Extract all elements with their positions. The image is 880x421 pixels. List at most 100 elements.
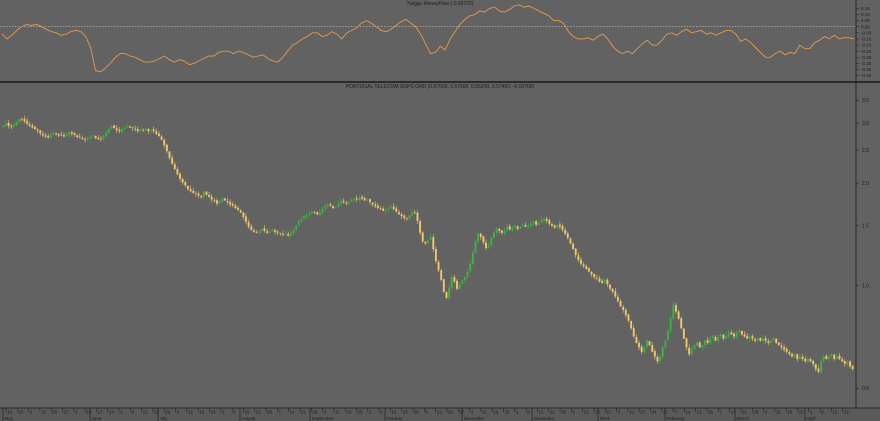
candle — [624, 308, 627, 318]
candle — [827, 355, 830, 363]
candle — [825, 354, 828, 360]
candle — [152, 126, 155, 134]
candle — [176, 166, 179, 176]
candle — [223, 197, 226, 201]
candle — [184, 181, 187, 188]
candle — [250, 224, 253, 232]
candle — [685, 337, 688, 351]
candle — [57, 133, 60, 138]
candle — [540, 216, 543, 224]
candle — [2, 124, 5, 128]
candle — [616, 294, 619, 303]
indicator-panel: Twiggs MoneyFlow (-0.09722) 0.150.100.05… — [0, 1, 872, 78]
candle — [508, 223, 511, 231]
candle — [245, 213, 247, 225]
candle — [239, 209, 242, 214]
candle — [833, 354, 836, 361]
candle — [115, 125, 118, 133]
candle — [181, 177, 184, 185]
candle — [667, 329, 669, 341]
candle — [756, 337, 759, 343]
candle — [163, 138, 166, 149]
candle — [672, 301, 675, 321]
candle — [26, 118, 29, 126]
candle — [107, 127, 110, 135]
candle — [820, 358, 822, 374]
candle — [783, 344, 786, 352]
candle — [390, 205, 393, 210]
candle — [18, 118, 21, 123]
indicator-y-tick-label: -0.25 — [861, 55, 872, 60]
candle — [445, 291, 448, 299]
indicator-y-tick-label: -0.20 — [861, 49, 872, 54]
x-day-label: 13 — [437, 410, 443, 415]
x-day-label: 14 — [685, 410, 691, 415]
x-day-label: 20 — [448, 410, 454, 415]
candlestick-series — [2, 115, 854, 374]
x-day-label: 13 — [584, 410, 590, 415]
candle — [97, 134, 100, 140]
indicator-y-tick-label: -0.10 — [861, 37, 872, 42]
candle — [764, 335, 767, 344]
candle — [200, 194, 203, 200]
candle — [192, 188, 195, 194]
candle — [598, 275, 601, 283]
candle — [226, 197, 229, 205]
x-day-label: 28 — [708, 410, 714, 415]
price-y-tick-label: 2.0 — [862, 181, 869, 187]
candle — [469, 260, 472, 273]
candle — [416, 210, 419, 224]
candle — [603, 278, 606, 284]
candle — [524, 222, 527, 228]
candle — [28, 121, 31, 128]
x-day-label: 11 — [482, 410, 487, 415]
candle — [788, 350, 791, 356]
candle — [564, 227, 567, 236]
candle — [324, 203, 327, 211]
candle — [804, 356, 807, 363]
candle — [105, 130, 108, 139]
x-day-label: 16 — [391, 410, 397, 415]
candle — [659, 354, 662, 364]
candle — [126, 124, 129, 129]
x-day-label: 25 — [358, 410, 364, 415]
candle — [41, 130, 44, 138]
candle — [12, 122, 15, 129]
candle — [358, 194, 361, 203]
candle — [762, 335, 764, 342]
x-day-label: 14 — [7, 410, 13, 415]
price-title: PORTUGAL TELECOM SGPS ORD (0.57500, 0.57… — [346, 84, 535, 90]
candle — [421, 231, 424, 244]
candle — [822, 354, 825, 363]
candle — [759, 337, 762, 342]
candle — [89, 135, 92, 141]
indicator-y-tick-label: -0.40 — [861, 73, 872, 78]
candle — [448, 284, 451, 301]
candle — [94, 135, 97, 140]
candle — [482, 235, 485, 245]
candle — [569, 237, 572, 245]
candle — [503, 227, 506, 235]
candle — [453, 274, 456, 284]
x-day-label: 24 — [109, 410, 115, 415]
candle — [76, 134, 79, 139]
candle — [812, 359, 815, 367]
candle — [78, 133, 81, 139]
x-day-label: 30 — [267, 410, 273, 415]
candle — [308, 211, 311, 218]
candle — [675, 302, 677, 314]
candle — [134, 125, 137, 132]
indicator-title: Twiggs MoneyFlow (-0.09722) — [407, 1, 474, 7]
x-day-label: 12 — [188, 410, 194, 415]
candle — [463, 276, 466, 284]
candle — [194, 191, 197, 197]
x-day-label: 28 — [753, 410, 759, 415]
candle — [361, 194, 364, 201]
candle — [218, 199, 221, 205]
candle — [258, 229, 261, 236]
candle — [748, 334, 751, 342]
candle — [171, 154, 174, 166]
candle — [706, 336, 709, 345]
candle — [102, 134, 105, 142]
candle — [313, 210, 316, 214]
